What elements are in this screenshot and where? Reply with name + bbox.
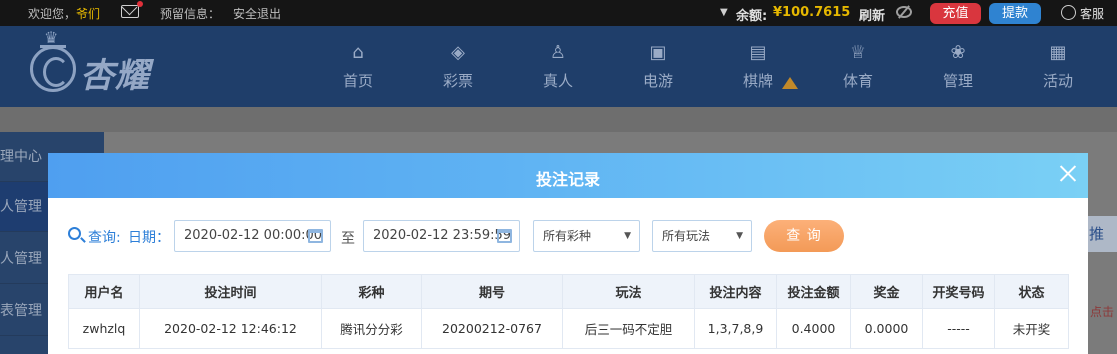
col-status: 状态 <box>994 274 1069 309</box>
col-username: 用户名 <box>68 274 140 309</box>
lottery-select[interactable]: 所有彩种 ▼ <box>533 220 640 252</box>
search-button[interactable]: 查 询 <box>764 220 844 252</box>
col-play-type: 玩法 <box>562 274 695 309</box>
welcome-text: 欢迎您，爷们 <box>28 7 101 21</box>
logo-text: 杏耀 <box>80 56 150 96</box>
col-bet-content: 投注内容 <box>694 274 777 309</box>
col-bet-amount: 投注金额 <box>776 274 851 309</box>
col-prize: 奖金 <box>850 274 923 309</box>
end-date-input[interactable]: 2020-02-12 23:59:59 <box>363 220 520 252</box>
nav-events[interactable]: ▦ 活动 <box>1018 42 1098 91</box>
recharge-button[interactable]: 充值 <box>930 3 981 24</box>
cell-bet-content: 1,3,7,8,9 <box>694 308 777 349</box>
modal-title: 投注记录 <box>535 170 600 189</box>
cell-prize: 0.0000 <box>850 308 923 349</box>
top-bar: 欢迎您，爷们 预留信息： 安全退出 ▼ 余额: ¥100.7615 刷新 充值 … <box>0 0 1117 26</box>
query-label: 查询: <box>88 230 121 246</box>
cell-lottery: 腾讯分分彩 <box>321 308 422 349</box>
slot-icon: ▣ <box>649 42 667 63</box>
col-lottery: 彩种 <box>321 274 422 309</box>
table-row[interactable]: zwhzlq 2020-02-12 12:46:12 腾讯分分彩 2020021… <box>68 308 1069 349</box>
cards-icon: ▤ <box>749 42 767 63</box>
cell-draw-number: ----- <box>922 308 995 349</box>
hide-balance-icon[interactable] <box>896 6 912 18</box>
cell-bet-amount: 0.4000 <box>776 308 851 349</box>
customer-service-link[interactable]: 客服 <box>1080 5 1104 22</box>
page-subbar <box>0 107 1117 132</box>
balance-value: ¥100.7615 <box>773 5 851 20</box>
nav-manage[interactable]: ❀ 管理 <box>918 42 998 91</box>
withdraw-button[interactable]: 提款 <box>989 3 1041 24</box>
nav-sports[interactable]: ♕ 体育 <box>818 42 898 91</box>
nav-slots[interactable]: ▣ 电游 <box>618 42 698 91</box>
start-date-input[interactable]: 2020-02-12 00:00:00 <box>174 220 331 252</box>
cell-status: 未开奖 <box>994 308 1069 349</box>
col-issue: 期号 <box>421 274 563 309</box>
play-type-select[interactable]: 所有玩法 ▼ <box>652 220 752 252</box>
click-link[interactable]: 点击 <box>1090 303 1117 319</box>
cell-play-type: 后三一码不定胆 <box>562 308 695 349</box>
customer-service-icon[interactable] <box>1061 5 1076 20</box>
username[interactable]: 爷们 <box>76 7 100 21</box>
hot-badge-icon <box>782 75 798 91</box>
to-label: 至 <box>341 231 355 247</box>
col-draw-number: 开奖号码 <box>922 274 995 309</box>
search-icon <box>68 227 81 240</box>
calendar-icon[interactable] <box>308 229 323 243</box>
site-logo[interactable]: 杏耀 <box>30 28 180 98</box>
date-label: 日期： <box>128 230 170 246</box>
logout-link[interactable]: 安全退出 <box>233 5 281 22</box>
logo-badge-icon <box>30 46 76 92</box>
balance-label: 余额: <box>736 9 768 24</box>
promo-tab[interactable]: 推 <box>1087 216 1117 252</box>
reserved-info-label: 预留信息： <box>160 7 221 21</box>
chevron-down-icon[interactable]: ▼ <box>720 7 728 18</box>
modal-header: 投注记录 <box>48 153 1088 198</box>
col-bet-time: 投注时间 <box>139 274 322 309</box>
refresh-link[interactable]: 刷新 <box>859 5 885 24</box>
calendar-icon[interactable] <box>497 229 512 243</box>
dropdown-arrow-icon: ▼ <box>736 231 743 241</box>
table-header-row: 用户名 投注时间 彩种 期号 玩法 投注内容 投注金额 奖金 开奖号码 状态 <box>68 274 1069 309</box>
home-icon: ⌂ <box>352 42 364 63</box>
live-icon: ♙ <box>549 42 567 63</box>
cell-issue: 20200212-0767 <box>421 308 563 349</box>
bet-record-modal: 投注记录 查询: 日期： 2020-02-12 00:00:00 至 2020-… <box>48 153 1088 354</box>
cell-username: zwhzlq <box>68 308 140 349</box>
nav-home[interactable]: ⌂ 首页 <box>318 42 398 91</box>
notification-dot <box>137 1 143 7</box>
nav-live[interactable]: ♙ 真人 <box>518 42 598 91</box>
users-icon: ❀ <box>950 42 966 63</box>
dropdown-arrow-icon: ▼ <box>624 231 631 241</box>
bet-record-table: 用户名 投注时间 彩种 期号 玩法 投注内容 投注金额 奖金 开奖号码 状态 z… <box>68 274 1069 349</box>
main-header: 杏耀 ⌂首页 ◈彩票 ♙真人 ▣电游 ▤棋牌 ♕体育 ❀管理 ▦活动 <box>0 26 1117 107</box>
trophy-icon: ♕ <box>849 42 867 63</box>
gift-icon: ▦ <box>1049 42 1067 63</box>
lottery-icon: ◈ <box>451 42 465 63</box>
close-icon[interactable] <box>1058 163 1078 183</box>
cell-bet-time: 2020-02-12 12:46:12 <box>139 308 322 349</box>
mail-icon[interactable] <box>121 1 143 18</box>
nav-lottery[interactable]: ◈ 彩票 <box>418 42 498 91</box>
